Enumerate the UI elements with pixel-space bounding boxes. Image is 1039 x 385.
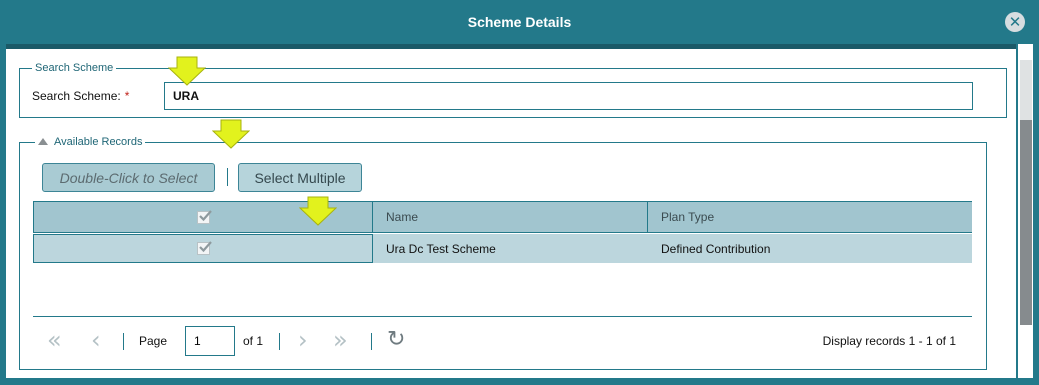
triangle-up-icon[interactable] [38, 138, 48, 145]
double-click-to-select-button[interactable]: Double-Click to Select [42, 163, 215, 192]
annotation-arrow-icon [212, 119, 250, 149]
grid-header: Name Plan Type [33, 201, 972, 233]
annotation-arrow-icon [299, 196, 337, 226]
pager-separator [279, 333, 280, 350]
annotation-arrow-icon [168, 56, 206, 86]
refresh-icon[interactable]: ↻ [387, 329, 405, 351]
pager-separator [371, 333, 372, 350]
dialog-title-bar: Scheme Details [0, 0, 1039, 44]
search-scheme-legend: Search Scheme [32, 61, 117, 75]
page-number-input[interactable] [185, 326, 235, 356]
pager: « ‹ Page of 1 › » ↻ Display records 1 - … [33, 325, 972, 357]
pager-divider [33, 316, 972, 317]
dialog-title: Scheme Details [467, 14, 572, 30]
scrollbar-track-upper[interactable] [1020, 60, 1032, 120]
select-multiple-button[interactable]: Select Multiple [238, 163, 362, 192]
page-label: Page [139, 334, 168, 348]
pager-separator [123, 333, 124, 350]
check-icon [198, 209, 212, 221]
double-chevron-left-icon[interactable]: « [47, 328, 62, 352]
select-all-checkbox[interactable] [196, 209, 212, 224]
row-checkbox[interactable] [196, 241, 212, 255]
search-scheme-input[interactable] [164, 82, 973, 110]
row-name: Ura Dc Test Scheme [386, 241, 496, 256]
search-scheme-label: Search Scheme: * [32, 89, 129, 103]
table-row[interactable]: Ura Dc Test Scheme Defined Contribution [33, 234, 972, 263]
available-records-legend-text: Available Records [54, 136, 143, 148]
row-plan-type: Defined Contribution [661, 241, 771, 256]
row-checkbox-cell[interactable] [33, 234, 373, 263]
page-of-label: of 1 [243, 334, 264, 348]
available-records-legend[interactable]: Available Records [35, 135, 146, 149]
close-icon[interactable]: ✕ [1005, 12, 1025, 32]
button-separator [227, 168, 228, 186]
column-header-name[interactable]: Name [374, 202, 648, 232]
check-icon [198, 241, 212, 253]
chevron-left-icon[interactable]: ‹ [91, 328, 101, 352]
required-marker: * [124, 89, 130, 103]
double-chevron-right-icon[interactable]: » [333, 328, 348, 352]
chevron-right-icon[interactable]: › [298, 328, 308, 352]
scrollbar-thumb[interactable] [1020, 120, 1032, 325]
search-scheme-label-text: Search Scheme: [32, 89, 121, 103]
display-records-text: Display records 1 - 1 of 1 [822, 334, 956, 348]
column-header-plan-type[interactable]: Plan Type [649, 202, 972, 232]
